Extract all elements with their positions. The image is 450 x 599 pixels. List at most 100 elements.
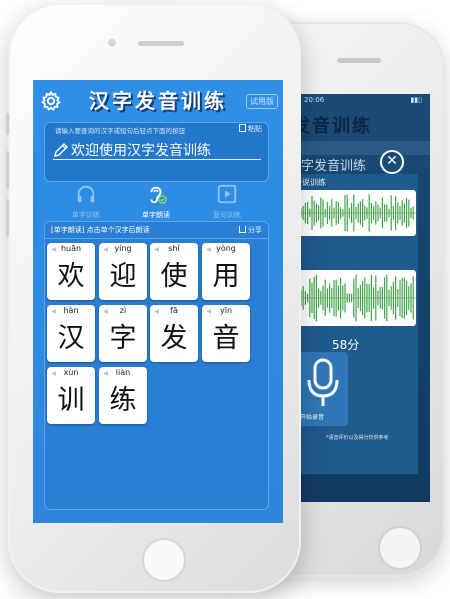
volume-down-button [6, 199, 9, 237]
waveform-bar [377, 290, 379, 306]
waveform-bar [390, 286, 392, 310]
waveform-bar [322, 285, 324, 311]
hanzi-character: 迎 [109, 261, 137, 292]
tab-label: 单字训练 [72, 211, 100, 219]
microphone-icon [307, 358, 339, 406]
waveform-bar [307, 293, 309, 303]
waveform-bar [392, 206, 394, 220]
tab-label: 单字朗读 [142, 211, 170, 219]
waveform-bar [406, 197, 408, 229]
waveform-bar [346, 194, 348, 232]
waveform-bar [357, 288, 359, 309]
waveform-bar [388, 208, 390, 218]
status-time: 20:06 [304, 96, 325, 104]
lesson-title: [单字朗读] 点击单个汉字后朗读 [51, 226, 150, 234]
waveform-bar [348, 293, 350, 303]
waveform-bar [324, 208, 326, 218]
top-bar: 汉字发音训练 试用版 [33, 80, 283, 122]
waveform-bar [386, 274, 388, 322]
waveform-bar [366, 207, 368, 219]
waveform-bar [340, 207, 342, 219]
waveform-bar [395, 195, 397, 231]
waveform-bar [340, 277, 342, 319]
waveform-bar [368, 283, 370, 313]
tab-single-char-training[interactable]: 单字训练 [56, 182, 116, 220]
mode-tabs: 单字训练 单字朗读 复句训练 [44, 182, 269, 220]
waveform-bar [408, 286, 410, 310]
waveform-bar [342, 285, 344, 311]
waveform-bar [315, 203, 317, 223]
waveform-bar [359, 284, 361, 312]
trial-badge: 试用版 [246, 94, 278, 109]
hanzi-character: 使 [160, 261, 188, 292]
waveform-bar [304, 202, 306, 224]
pencil-icon [54, 143, 68, 157]
hanzi-character: 汉 [57, 323, 85, 354]
pinyin-label: yīn [219, 306, 233, 315]
character-card[interactable]: hàn 汉 [47, 305, 95, 362]
pinyin-label: huān [60, 244, 82, 253]
share-button[interactable]: 分享 [239, 225, 262, 235]
waveform-bar [331, 199, 333, 227]
pinyin-label: yòng [216, 244, 236, 253]
hanzi-character: 欢 [57, 261, 85, 292]
back-app-title: 发音训练 [292, 116, 372, 137]
paste-label: 粘贴 [248, 125, 262, 133]
paste-button[interactable]: 粘贴 [239, 124, 262, 134]
waveform-bar [375, 201, 377, 225]
waveform-bar [388, 289, 390, 307]
waveform-bar [355, 207, 357, 220]
character-card[interactable]: shǐ 使 [150, 243, 198, 300]
waveform-bar [395, 276, 397, 320]
waveform-bar [392, 281, 394, 315]
close-icon[interactable]: ✕ [380, 150, 404, 174]
waveform-bar [353, 278, 355, 318]
tab-sentence-training[interactable]: 复句训练 [197, 182, 257, 220]
waveform-bar [410, 283, 412, 313]
text-input[interactable]: 欢迎使用汉字发音训练 [53, 140, 261, 160]
waveform-bar [351, 293, 353, 303]
hanzi-character: 训 [57, 385, 85, 416]
waveform-bar [311, 282, 313, 314]
character-card[interactable]: liàn 练 [99, 367, 147, 424]
lesson-panel: [单字朗读] 点击单个汉字后朗读 分享 huān 欢 yíng 迎 shǐ 使 yòng 用 h… [44, 221, 269, 510]
character-card[interactable]: yīn 音 [202, 305, 250, 362]
hanzi-character: 发 [160, 323, 188, 354]
waveform-bar [355, 274, 357, 322]
waveform-bar [318, 205, 320, 221]
character-card[interactable]: zì 字 [99, 305, 147, 362]
character-card[interactable]: xùn 训 [47, 367, 95, 424]
character-card[interactable]: yíng 迎 [99, 243, 147, 300]
input-hint: 请输入要查询的汉字或短句后轻点下面的按钮 [55, 127, 185, 135]
waveform-bar [397, 289, 399, 307]
waveform-bar [381, 286, 383, 310]
share-icon [239, 226, 246, 233]
waveform-bar [362, 199, 364, 227]
character-card[interactable]: fā 发 [150, 305, 198, 362]
waveform-bar [384, 277, 386, 319]
waveform-bar [329, 283, 331, 313]
mute-switch [6, 113, 9, 135]
waveform-bar [313, 200, 315, 226]
tab-single-char-reading[interactable]: 单字朗读 [126, 182, 186, 220]
lesson-header: [单字朗读] 点击单个汉字后朗读 分享 [45, 222, 268, 239]
waveform-bar [399, 279, 401, 317]
home-button[interactable] [142, 538, 186, 582]
waveform-bar [368, 194, 370, 232]
volume-up-button [6, 151, 9, 189]
score-value: 58分 [332, 338, 360, 352]
waveform-bar [313, 276, 315, 320]
waveform-bar [353, 194, 355, 232]
front-speaker [138, 41, 184, 46]
waveform-bar [326, 202, 328, 224]
waveform-bar [302, 286, 304, 310]
character-card[interactable]: yòng 用 [202, 243, 250, 300]
waveform-bar [364, 277, 366, 319]
waveform-bar [375, 275, 377, 321]
waveform-bar [410, 207, 412, 219]
waveform-bar [401, 277, 403, 319]
waveform-bar [346, 293, 348, 303]
waveform-bar [408, 199, 410, 227]
character-card[interactable]: huān 欢 [47, 243, 95, 300]
hanzi-character: 音 [212, 323, 240, 354]
